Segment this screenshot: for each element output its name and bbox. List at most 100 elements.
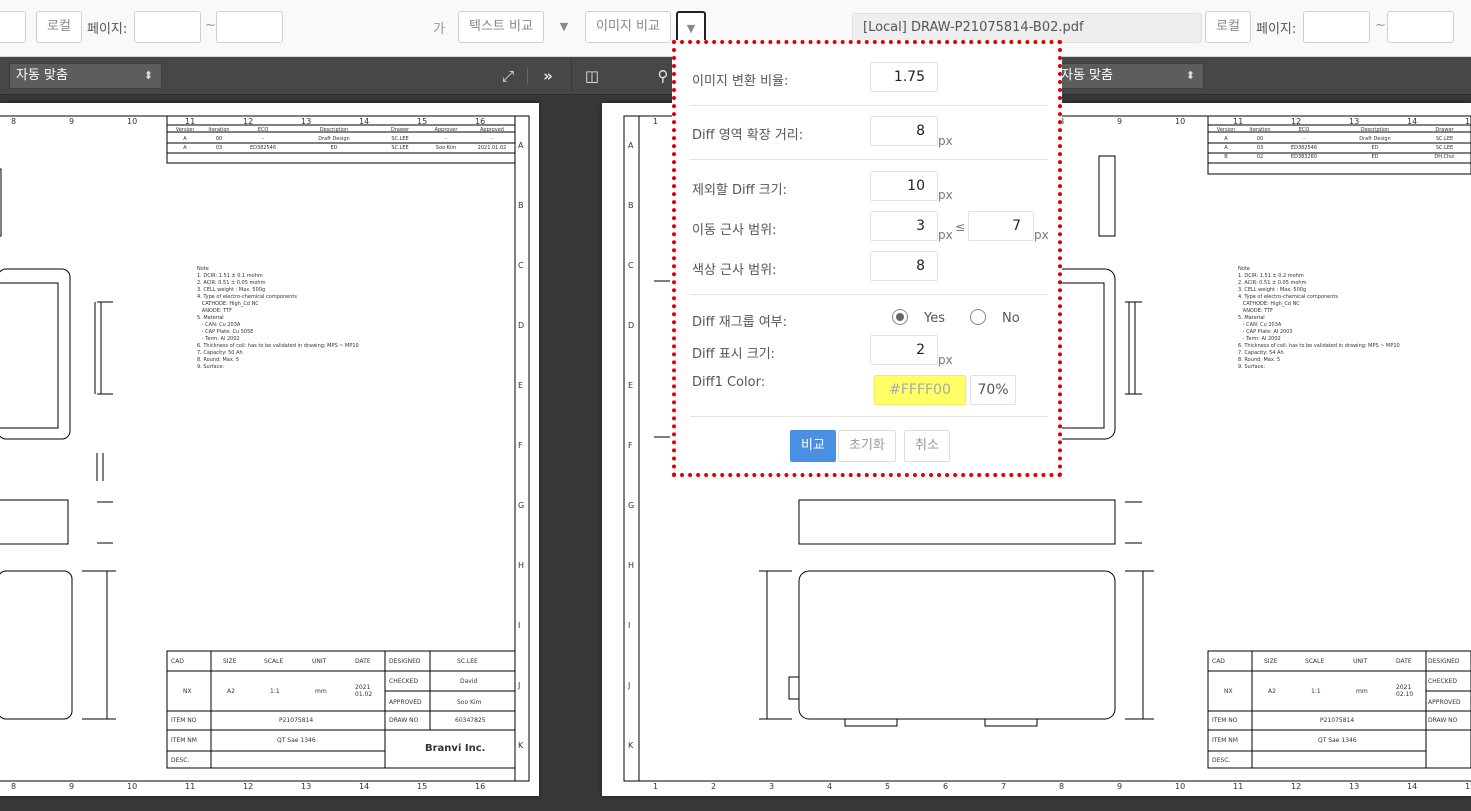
lte-symbol: ≤: [955, 220, 966, 234]
regroup-label: Diff 재그룹 여부:: [692, 315, 788, 330]
tb-item-nm: QT Sae 1346: [277, 737, 316, 744]
tb-item-nm-header: ITEM NM: [171, 737, 197, 744]
tb-unit: mm: [315, 688, 327, 695]
revision-cell: -: [262, 136, 264, 142]
double-chevron-right-icon[interactable]: »: [536, 64, 560, 88]
divider: [690, 159, 1048, 160]
right-page-to-input[interactable]: [1387, 11, 1454, 43]
revision-cell: DH.Choi: [1434, 154, 1455, 160]
display-size-input[interactable]: 2: [870, 335, 938, 365]
tb-item-no-header: ITEM NO: [171, 717, 197, 724]
column-label: 10: [127, 782, 138, 791]
right-local-button[interactable]: 로컬: [1205, 11, 1251, 43]
column-label: 9: [69, 117, 75, 126]
compare-button[interactable]: 비교: [790, 430, 836, 462]
row-label: H: [628, 561, 635, 570]
revision-header-cell: Version: [175, 127, 195, 133]
image-compare-button[interactable]: 이미지 비교: [585, 11, 671, 43]
tb-size-header: SIZE: [223, 658, 237, 665]
column-label: 10: [1175, 782, 1186, 791]
column-label: 12: [243, 782, 254, 791]
left-page-to-input[interactable]: [216, 11, 283, 43]
left-zoom-select[interactable]: 자동 맞춤 ⬍: [9, 63, 162, 89]
row-label: B: [628, 201, 634, 210]
tb-cad-header: CAD: [1212, 658, 1225, 665]
text-compare-button[interactable]: 텍스트 비교: [458, 11, 544, 43]
unit-px: px: [938, 134, 953, 148]
exclude-size-input[interactable]: 10: [870, 171, 938, 201]
tb-draw-no: 60347825: [455, 717, 486, 724]
text-compare-dropdown[interactable]: ▼: [549, 11, 579, 43]
right-page-from-input[interactable]: [1303, 11, 1370, 43]
move-range-min-input[interactable]: 3: [870, 211, 938, 241]
column-label: 2: [711, 782, 717, 791]
row-label: G: [628, 501, 635, 510]
diff1-color-input[interactable]: #FFFF00: [874, 375, 966, 405]
row-label: J: [518, 681, 521, 690]
tb-date: 2021 02.10: [1396, 684, 1414, 698]
revision-header-cell: Drawer: [390, 127, 410, 133]
row-label: G: [518, 501, 525, 510]
image-compare-dropdown[interactable]: ▼: [676, 11, 706, 43]
reset-button[interactable]: 초기화: [838, 430, 896, 462]
expand-icon[interactable]: ⤢: [496, 64, 520, 88]
tb-approved-header: APPROVED: [1428, 699, 1461, 706]
revision-cell: -: [1303, 136, 1305, 142]
revision-header-cell: Drawer: [1435, 127, 1454, 133]
tb-item-nm-header: ITEM NM: [1212, 737, 1238, 744]
tb-scale: 1:1: [270, 688, 280, 695]
left-page-from-input[interactable]: [134, 11, 201, 43]
revision-cell: SC.LEE: [391, 145, 409, 151]
color-approx-input[interactable]: 8: [870, 251, 938, 281]
revision-header-cell: ECO: [257, 127, 269, 133]
revision-cell: B: [1224, 154, 1228, 160]
row-label: K: [628, 741, 634, 750]
revision-row: A 00 - Draft Design SC.LEE: [1208, 135, 1471, 144]
tb-size: A2: [227, 688, 235, 695]
right-zoom-select[interactable]: 자동 맞춤 ⬍: [1054, 63, 1204, 89]
tb-approved: Soo Kim: [457, 699, 482, 706]
tb-scale-header: SCALE: [1305, 658, 1325, 665]
revision-cell: ED: [1371, 154, 1379, 160]
row-label: H: [518, 561, 525, 570]
sidebar-toggle-icon[interactable]: ◫: [580, 64, 604, 88]
tb-scale-header: SCALE: [264, 658, 284, 665]
tb-desc-header: DESC.: [171, 757, 190, 764]
tb-size-header: SIZE: [1264, 658, 1278, 665]
divider: [690, 416, 1048, 417]
cancel-button[interactable]: 취소: [904, 430, 950, 462]
revision-cell: 2021.01.02: [477, 145, 507, 151]
tb-date-header: DATE: [355, 658, 371, 665]
select-arrows-icon: ⬍: [1185, 69, 1195, 82]
revision-cell: SC.LEE: [1435, 145, 1454, 151]
column-label: 10: [1175, 117, 1186, 126]
column-label: 12: [1291, 782, 1302, 791]
row-label: A: [518, 141, 524, 150]
right-zoom-value: 자동 맞춤: [1061, 68, 1113, 83]
revision-header-cell: Iteration: [1249, 127, 1271, 133]
image-compare-options-popup: 이미지 변환 비율: 1.75 Diff 영역 확장 거리: 8 px 제외할 …: [672, 40, 1062, 477]
diff1-opacity-input[interactable]: 70%: [970, 375, 1016, 405]
revision-row: B 02 ED383260 ED DH.Choi: [1208, 153, 1471, 162]
revision-cell: A: [183, 136, 187, 142]
scale-input[interactable]: 1.75: [870, 62, 938, 92]
revision-header-cell: Description: [1360, 127, 1390, 133]
left-file-field[interactable]: [0, 11, 26, 43]
regroup-yes-label[interactable]: Yes: [924, 311, 945, 326]
left-local-button[interactable]: 로컬: [36, 11, 82, 43]
tb-item-no: P21075814: [279, 717, 314, 724]
row-label: B: [518, 201, 524, 210]
regroup-no-label[interactable]: No: [1002, 311, 1020, 326]
regroup-no-radio[interactable]: [970, 309, 986, 325]
right-notes: Note 1. DCIR: 1.51 ± 0.2 mohm 2. ACIR: 0…: [1238, 266, 1400, 370]
revision-row: A 03 ED382546 ED SC.LEE Soo Kim 2021.01.02: [167, 144, 515, 153]
revision-cell: Soo Kim: [435, 145, 457, 151]
column-label: 11: [185, 117, 196, 126]
move-range-max-input[interactable]: 7: [968, 211, 1034, 241]
revision-header-cell: Iteration: [208, 127, 230, 133]
regroup-yes-radio[interactable]: [892, 309, 908, 325]
font-size-label[interactable]: 가: [433, 18, 445, 37]
row-label: I: [518, 621, 521, 630]
expand-distance-input[interactable]: 8: [870, 116, 938, 146]
revision-cell: SC.LEE: [391, 136, 409, 142]
